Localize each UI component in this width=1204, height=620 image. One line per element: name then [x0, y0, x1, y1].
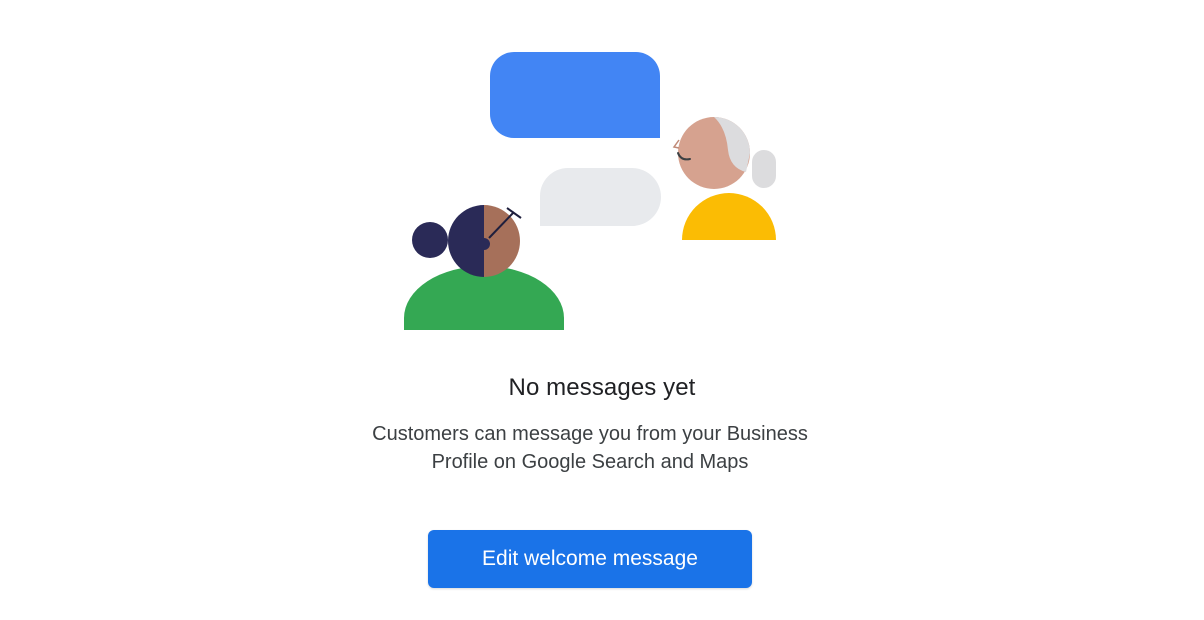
older-woman-figure-icon	[672, 117, 776, 240]
blue-chat-bubble-icon	[490, 52, 660, 138]
conversation-illustration-icon	[404, 52, 776, 330]
edit-welcome-message-button[interactable]: Edit welcome message	[428, 530, 752, 588]
empty-state-description: Customers can message you from your Busi…	[372, 423, 808, 473]
gray-chat-bubble-icon	[540, 168, 661, 226]
messages-empty-state: No messages yet Customers can message yo…	[0, 0, 1204, 620]
empty-state-title: No messages yet	[508, 374, 696, 401]
